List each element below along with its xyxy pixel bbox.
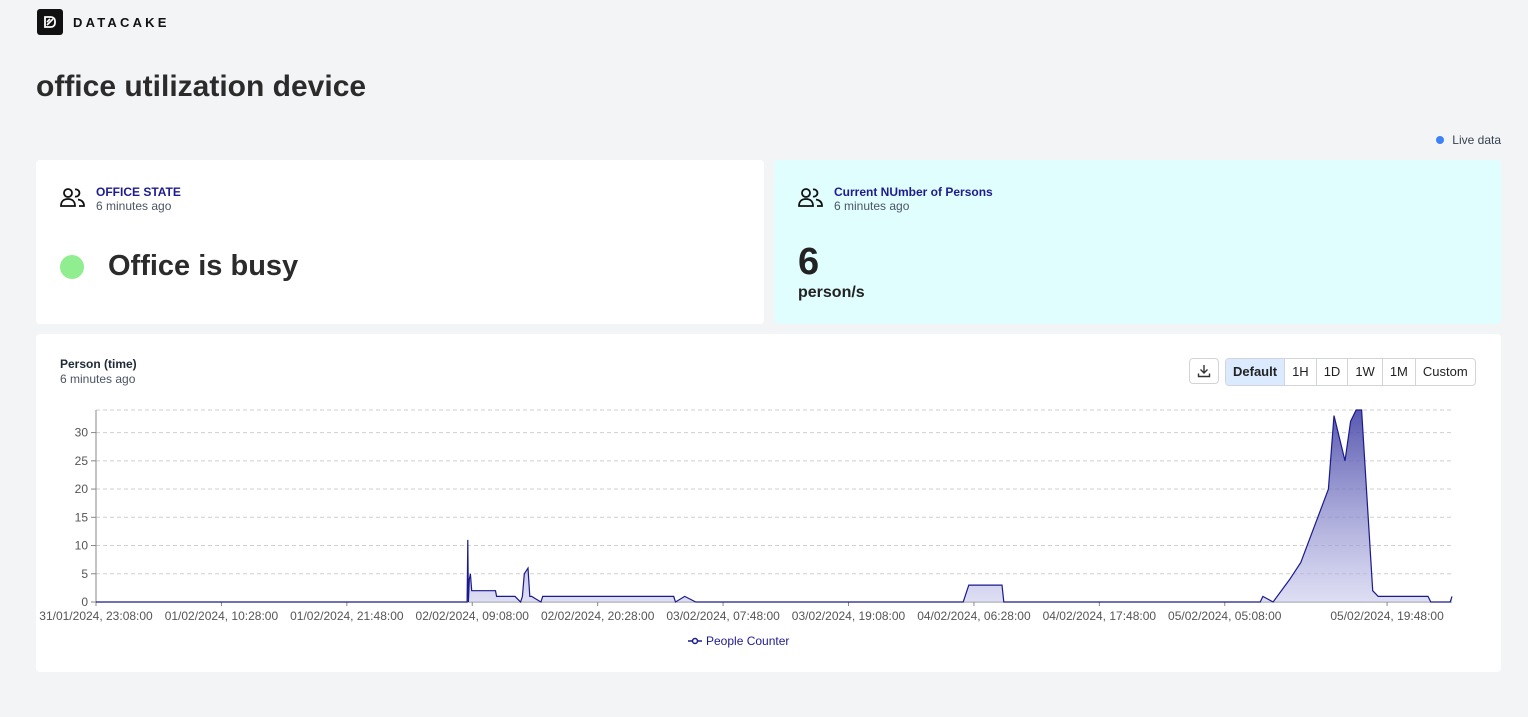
widget-updated: 6 minutes ago (834, 199, 910, 213)
y-tick-label: 15 (75, 510, 89, 524)
y-tick-label: 5 (81, 567, 88, 581)
series-line-people-counter (96, 409, 1453, 604)
x-tick-label: 02/02/2024, 09:08:00 (416, 609, 530, 623)
y-tick-label: 0 (81, 595, 88, 609)
x-tick-label: 01/02/2024, 10:28:00 (165, 609, 279, 623)
page-title: office utilization device (36, 70, 367, 103)
x-tick-label: 31/01/2024, 23:08:00 (39, 609, 153, 623)
people-icon (60, 188, 85, 207)
status-text: Office is busy (108, 250, 299, 282)
widget-header: OFFICE STATE 6 minutes ago (60, 186, 181, 214)
chart-widget: Person (time) 6 minutes ago Default 1H 1D 1… (36, 334, 1501, 672)
live-dot-icon (1436, 136, 1445, 144)
x-tick-label: 05/02/2024, 19:48:00 (1330, 609, 1444, 623)
x-tick-label: 02/02/2024, 20:28:00 (541, 609, 655, 623)
x-tick-label: 01/02/2024, 21:48:00 (290, 609, 404, 623)
legend-label: People Counter (706, 634, 790, 648)
x-tick-label: 03/02/2024, 19:08:00 (792, 609, 906, 623)
live-data-label: Live data (1452, 133, 1501, 147)
status-dot-icon (60, 254, 84, 279)
persons-value: 6 (798, 241, 820, 283)
chart-legend[interactable]: People Counter (688, 634, 789, 648)
office-state-widget: OFFICE STATE 6 minutes ago Office is bus… (36, 160, 764, 324)
widget-header: Current NUmber of Persons 6 minutes ago (798, 186, 993, 214)
people-counter-chart: 0 5 10 15 20 25 30 31/01/2024, 23:08:00 01/02/20… (39, 409, 1453, 623)
brand-logo[interactable]: DATACAKE (37, 9, 170, 35)
live-data-indicator: Live data (1436, 133, 1501, 147)
y-tick-label: 10 (75, 539, 89, 553)
x-tick-label: 04/02/2024, 06:28:00 (917, 609, 1031, 623)
x-tick-label: 03/02/2024, 07:48:00 (666, 609, 780, 623)
widget-updated: 6 minutes ago (96, 199, 172, 213)
legend-marker-icon (688, 637, 702, 645)
y-tick-label: 20 (75, 482, 89, 496)
persons-unit: person/s (798, 284, 865, 301)
people-icon (798, 188, 823, 207)
brand-name: DATACAKE (73, 14, 170, 30)
persons-widget: Current NUmber of Persons 6 minutes ago … (774, 160, 1501, 324)
series-area-people-counter (96, 410, 1452, 602)
widget-title: Current NUmber of Persons (834, 185, 993, 199)
office-status: Office is busy (60, 250, 298, 283)
datacake-logo-icon (37, 9, 63, 35)
y-tick-label: 25 (75, 454, 89, 468)
x-tick-label: 04/02/2024, 17:48:00 (1043, 609, 1157, 623)
y-tick-label: 30 (75, 426, 89, 440)
x-tick-label: 05/02/2024, 05:08:00 (1168, 609, 1282, 623)
widget-title: OFFICE STATE (96, 185, 181, 199)
